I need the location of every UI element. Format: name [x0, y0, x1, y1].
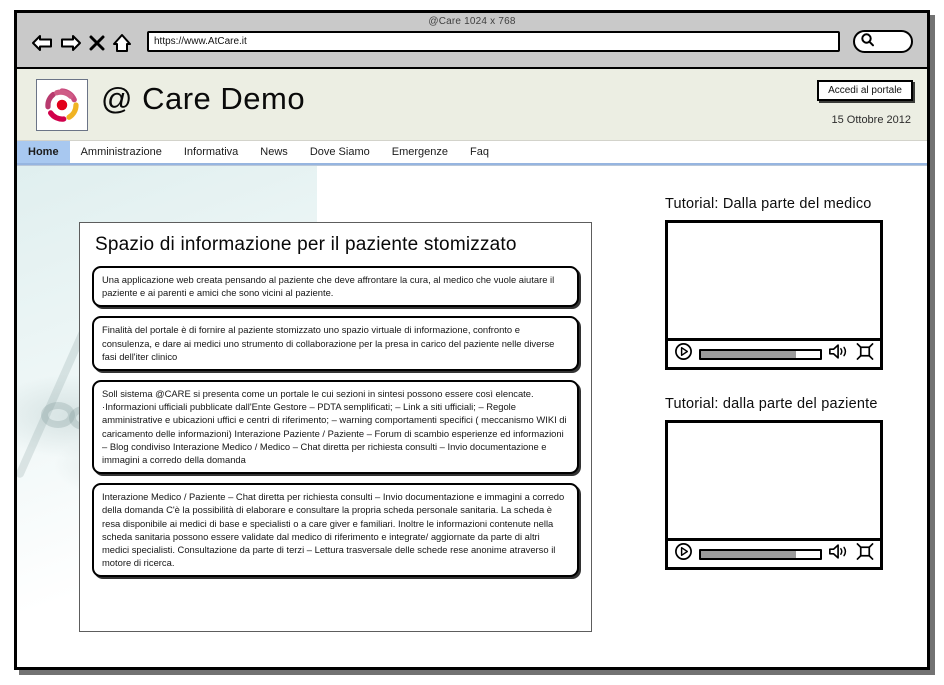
browser-window: @Care 1024 x 768 https://www.AtCare.it @… [14, 10, 930, 670]
stop-x-icon[interactable] [89, 34, 105, 52]
tutorial-section-paziente: Tutorial: dalla parte del paziente [665, 396, 915, 570]
header-date: 15 Ottobre 2012 [831, 114, 911, 126]
video-progress-bar[interactable] [699, 548, 822, 560]
tutorial-title: Tutorial: Dalla parte del medico [665, 196, 872, 212]
play-circle-icon[interactable] [674, 542, 693, 566]
login-portal-button[interactable]: Accedi al portale [817, 80, 913, 101]
video-player[interactable] [665, 220, 883, 370]
search-input[interactable] [853, 30, 913, 53]
video-controls [668, 541, 880, 567]
tutorials-column: Tutorial: Dalla parte del medico Tutoria… [665, 196, 915, 596]
site-header: @ Care Demo Accedi al portale 15 Ottobre… [17, 69, 927, 141]
article-card: Spazio di informazione per il paziente s… [79, 222, 592, 632]
home-icon[interactable] [112, 33, 132, 53]
video-progress-bar[interactable] [699, 348, 822, 360]
nav-item-amministrazione[interactable]: Amministrazione [70, 141, 173, 163]
info-box: Soll sistema @CARE si presenta come un p… [92, 380, 579, 475]
fullscreen-icon[interactable] [856, 343, 874, 365]
info-box: Una applicazione web creata pensando al … [92, 266, 579, 308]
info-box-text: Soll sistema @CARE si presenta come un p… [102, 388, 567, 466]
back-arrow-icon[interactable] [31, 34, 53, 52]
speaker-icon[interactable] [828, 543, 850, 565]
nav-item-emergenze[interactable]: Emergenze [381, 141, 459, 163]
tutorial-title: Tutorial: dalla parte del paziente [665, 396, 878, 412]
info-box-text: Finalità del portale è di fornire al paz… [102, 324, 555, 362]
nav-item-news[interactable]: News [249, 141, 299, 163]
forward-arrow-icon[interactable] [60, 34, 82, 52]
info-box: Interazione Medico / Paziente – Chat dir… [92, 483, 579, 578]
main-navigation: Home Amministrazione Informativa News Do… [17, 141, 927, 165]
nav-item-home[interactable]: Home [17, 141, 70, 163]
speaker-icon[interactable] [828, 343, 850, 365]
url-bar[interactable]: https://www.AtCare.it [147, 31, 840, 52]
at-care-swirl-logo [36, 79, 88, 131]
browser-nav-icons [31, 33, 132, 53]
fullscreen-icon[interactable] [856, 543, 874, 565]
page-content: Spazio di informazione per il paziente s… [17, 165, 927, 667]
article-heading: Spazio di informazione per il paziente s… [95, 234, 517, 255]
video-screen[interactable] [668, 423, 880, 541]
nav-item-dove-siamo[interactable]: Dove Siamo [299, 141, 381, 163]
nav-item-faq[interactable]: Faq [459, 141, 500, 163]
window-title: @Care 1024 x 768 [428, 16, 516, 27]
nav-item-informativa[interactable]: Informativa [173, 141, 249, 163]
info-box: Finalità del portale è di fornire al paz… [92, 316, 579, 372]
tutorial-section-medico: Tutorial: Dalla parte del medico [665, 196, 915, 370]
search-icon [860, 32, 875, 52]
url-text[interactable]: https://www.AtCare.it [149, 36, 247, 47]
video-screen[interactable] [668, 223, 880, 341]
page-viewport: @ Care Demo Accedi al portale 15 Ottobre… [17, 69, 927, 667]
video-controls [668, 341, 880, 367]
page-title: @ Care Demo [101, 81, 306, 116]
browser-toolbar: @Care 1024 x 768 https://www.AtCare.it [17, 13, 927, 69]
info-box-text: Una applicazione web creata pensando al … [102, 274, 555, 299]
video-player[interactable] [665, 420, 883, 570]
info-box-text: Interazione Medico / Paziente – Chat dir… [102, 491, 565, 569]
play-circle-icon[interactable] [674, 342, 693, 366]
video-progress-fill [701, 350, 797, 358]
video-progress-fill [701, 550, 797, 558]
